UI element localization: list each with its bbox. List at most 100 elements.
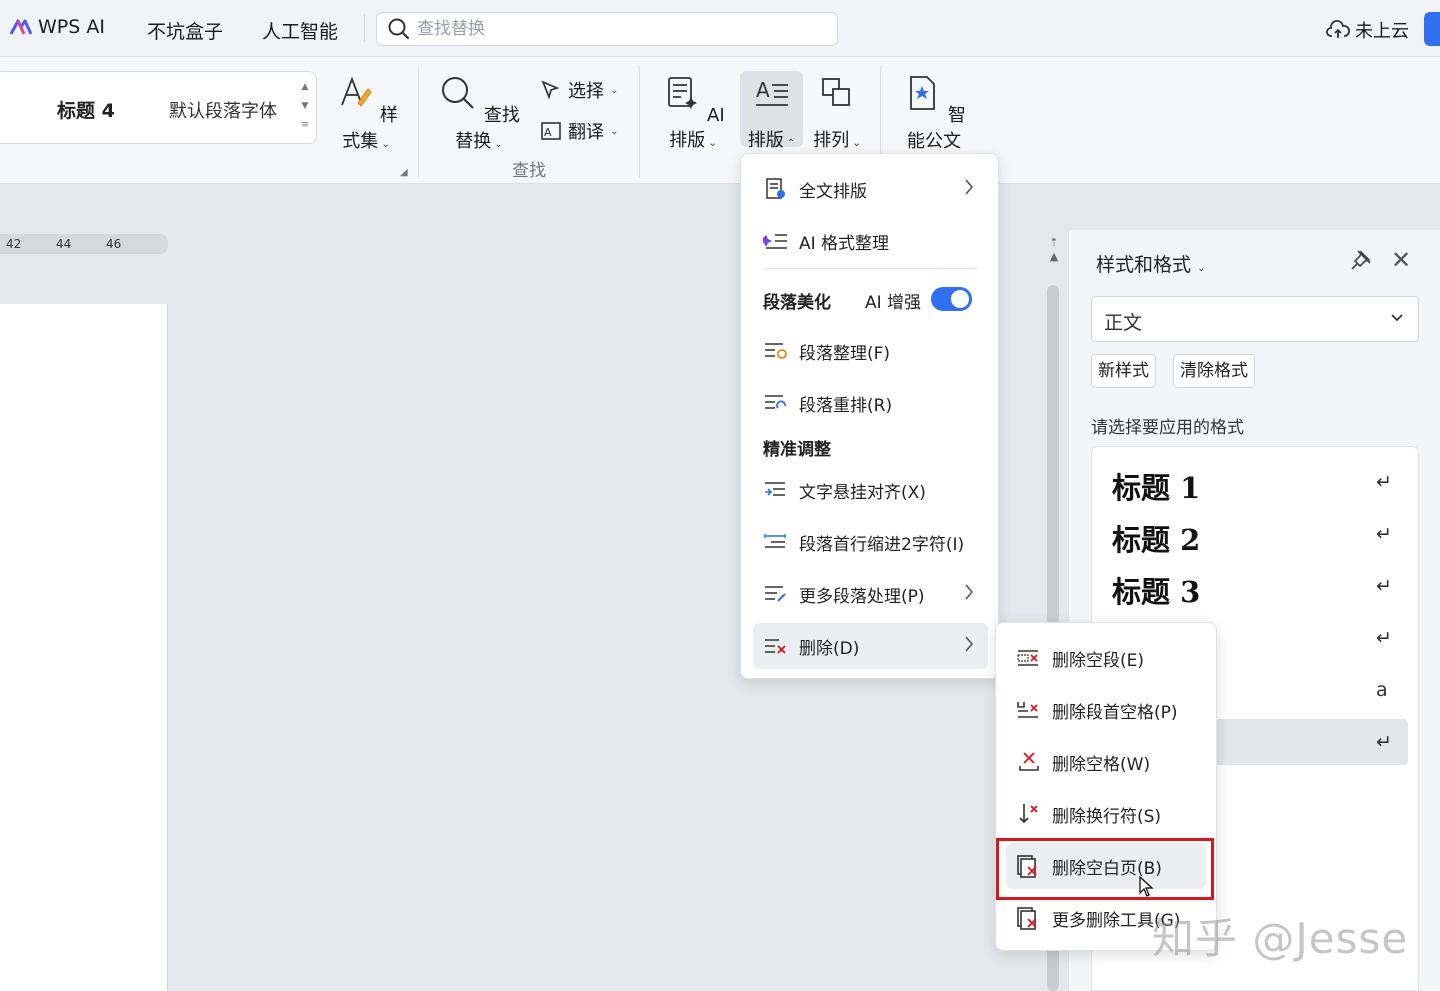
document-page[interactable]: [0, 304, 168, 991]
nav-ai[interactable]: 人工智能: [262, 17, 338, 44]
chevron-right-icon: [965, 584, 974, 600]
divider: [364, 14, 365, 42]
paragraph-return-icon: ↵: [1376, 575, 1392, 597]
style-default-font[interactable]: 默认段落字体: [169, 97, 277, 123]
wps-ai-logo-icon: [10, 19, 32, 35]
magnifier-icon: [442, 77, 474, 109]
ai-layout-button[interactable]: AI 排版 ⌄: [655, 73, 731, 152]
ai-boost-label: AI 增强: [865, 293, 922, 313]
menu-item-full-layout[interactable]: 全文排版: [753, 166, 988, 212]
cloud-status-label: 未上云: [1355, 21, 1409, 42]
search-box[interactable]: [376, 12, 838, 46]
submenu-item-delete-empty-para[interactable]: 删除空段(E): [1006, 635, 1206, 681]
paragraph-tidy-icon: [765, 343, 787, 359]
paragraph-return-icon: ↵: [1376, 523, 1392, 545]
translate-label: 翻译: [568, 122, 604, 143]
submenu-item-label: 删除段首空格(P): [1052, 702, 1178, 723]
cloud-status[interactable]: 未上云: [1326, 17, 1409, 43]
nav-bukeng-box[interactable]: 不坑盒子: [147, 17, 223, 44]
ribbon-toolbar: 标题 4 默认段落字体 ▲ ▼ ≡ 样式集 ⌄ ◢ 查找替换 ⌄ 选择 ⌄ A 翻译 ⌄…: [0, 57, 1440, 184]
menu-item-ai-format[interactable]: AI 格式整理: [753, 218, 988, 264]
chevron-down-icon: ⌄: [610, 84, 619, 96]
menu-item-label: 文字悬挂对齐(X): [799, 482, 926, 503]
menu-item-delete[interactable]: 删除(D): [753, 623, 988, 669]
wps-ai-logo[interactable]: WPS AI: [10, 16, 105, 38]
search-input[interactable]: [417, 19, 817, 39]
paragraph-return-icon: ↵: [1376, 731, 1392, 753]
mouse-pointer-icon: [1139, 876, 1154, 897]
find-replace-button[interactable]: 查找替换 ⌄: [434, 73, 524, 153]
translate-button[interactable]: A 翻译 ⌄: [540, 118, 618, 144]
submenu-item-delete-spaces[interactable]: 删除空格(W): [1006, 739, 1206, 785]
menu-item-para-reflow[interactable]: 段落重排(R): [753, 380, 988, 426]
more-paragraph-icon: [765, 586, 786, 602]
menu-item-first-indent[interactable]: 段落首行缩进2字符(I): [753, 519, 988, 565]
find-group-label: 查找: [512, 161, 546, 181]
horizontal-ruler[interactable]: 42 44 46: [0, 234, 168, 254]
style-heading-1[interactable]: 标题 1 ↵: [1092, 459, 1420, 505]
scroll-up-icon[interactable]: ⇡ ▲: [1047, 236, 1061, 264]
pin-icon[interactable]: [1349, 248, 1373, 272]
layout-text-icon: A: [755, 78, 788, 106]
paragraph-return-icon: ↵: [1376, 627, 1392, 649]
delete-text-icon: [765, 639, 786, 654]
chevron-down-icon: ⌄: [705, 138, 717, 149]
layout-button[interactable]: A 排版 ⌃: [740, 71, 803, 151]
submenu-item-label: 删除空格(W): [1052, 754, 1151, 775]
menu-item-hanging-align[interactable]: 文字悬挂对齐(X): [753, 467, 988, 513]
style-name: 标题 1: [1112, 471, 1201, 505]
svg-text:A: A: [756, 78, 770, 102]
document-layout-icon: [766, 178, 785, 199]
first-line-indent-icon: [764, 534, 786, 548]
styles-panel-title-label: 样式和格式: [1096, 254, 1192, 276]
arrange-icon: [822, 78, 850, 106]
divider: [639, 65, 640, 177]
chevron-down-icon: ⌄: [1197, 263, 1206, 274]
share-button[interactable]: [1424, 12, 1440, 46]
smart-doc-button[interactable]: 智能公文: [894, 73, 974, 153]
arrange-button[interactable]: 排列 ⌄: [809, 73, 865, 152]
gallery-scroll-icon[interactable]: ▲ ▼ ≡: [300, 78, 310, 138]
style-name: 标题 3: [1112, 575, 1201, 609]
select-button[interactable]: 选择 ⌄: [540, 77, 618, 103]
styles-panel-title[interactable]: 样式和格式 ⌄: [1096, 250, 1205, 277]
ai-layout-icon: [668, 77, 698, 109]
pen-brush-icon: [341, 76, 372, 107]
chevron-down-icon: ⌄: [610, 125, 619, 137]
delete-empty-paragraph-icon: [1017, 650, 1038, 666]
dialog-launcher-icon[interactable]: ◢: [400, 167, 408, 178]
menu-item-para-tidy[interactable]: 段落整理(F): [753, 328, 988, 374]
style-heading-4[interactable]: 标题 4: [57, 96, 115, 123]
clear-format-button[interactable]: 清除格式: [1173, 354, 1255, 388]
more-delete-tools-icon: [1017, 907, 1037, 930]
chevron-down-icon: ⌄: [849, 138, 861, 149]
menu-item-label: 更多段落处理(P): [799, 586, 925, 607]
hanging-indent-icon: [765, 482, 785, 496]
paragraph-reflow-icon: [765, 395, 786, 409]
para-beautify-header: 段落美化: [763, 293, 831, 313]
ruler-tick: 44: [56, 237, 72, 251]
menu-item-label: 全文排版: [799, 181, 867, 202]
menu-item-more-para[interactable]: 更多段落处理(P): [753, 571, 988, 617]
arrange-label: 排列: [813, 130, 850, 151]
chevron-down-icon: ⌄: [491, 139, 503, 150]
delete-spaces-icon: [1019, 752, 1039, 771]
style-heading-2[interactable]: 标题 2 ↵: [1092, 511, 1420, 557]
menu-item-label: 段落重排(R): [799, 395, 893, 416]
style-heading-3[interactable]: 标题 3 ↵: [1092, 563, 1420, 609]
precise-adjust-header: 精准调整: [763, 440, 831, 460]
chevron-down-icon: ⌄: [378, 139, 390, 150]
current-style-select[interactable]: 正文: [1091, 296, 1419, 342]
styleset-button[interactable]: 样式集 ⌄: [330, 73, 402, 153]
new-style-button[interactable]: 新样式: [1091, 354, 1156, 388]
chevron-right-icon: [965, 636, 974, 652]
quick-styles-gallery[interactable]: 标题 4 默认段落字体 ▲ ▼ ≡: [0, 71, 317, 144]
close-icon[interactable]: ✕: [1391, 246, 1411, 274]
delete-submenu: 删除空段(E) 删除段首空格(P) 删除空格(W) 删除换行符(S) 删除空白页…: [995, 622, 1217, 951]
cursor-select-icon: [541, 80, 560, 100]
menu-item-label: AI 格式整理: [799, 233, 890, 254]
ai-boost-toggle[interactable]: [931, 287, 972, 311]
submenu-item-delete-leading-space[interactable]: 删除段首空格(P): [1006, 687, 1206, 733]
translate-icon: A: [541, 122, 561, 140]
submenu-item-delete-line-breaks[interactable]: 删除换行符(S): [1006, 791, 1206, 837]
